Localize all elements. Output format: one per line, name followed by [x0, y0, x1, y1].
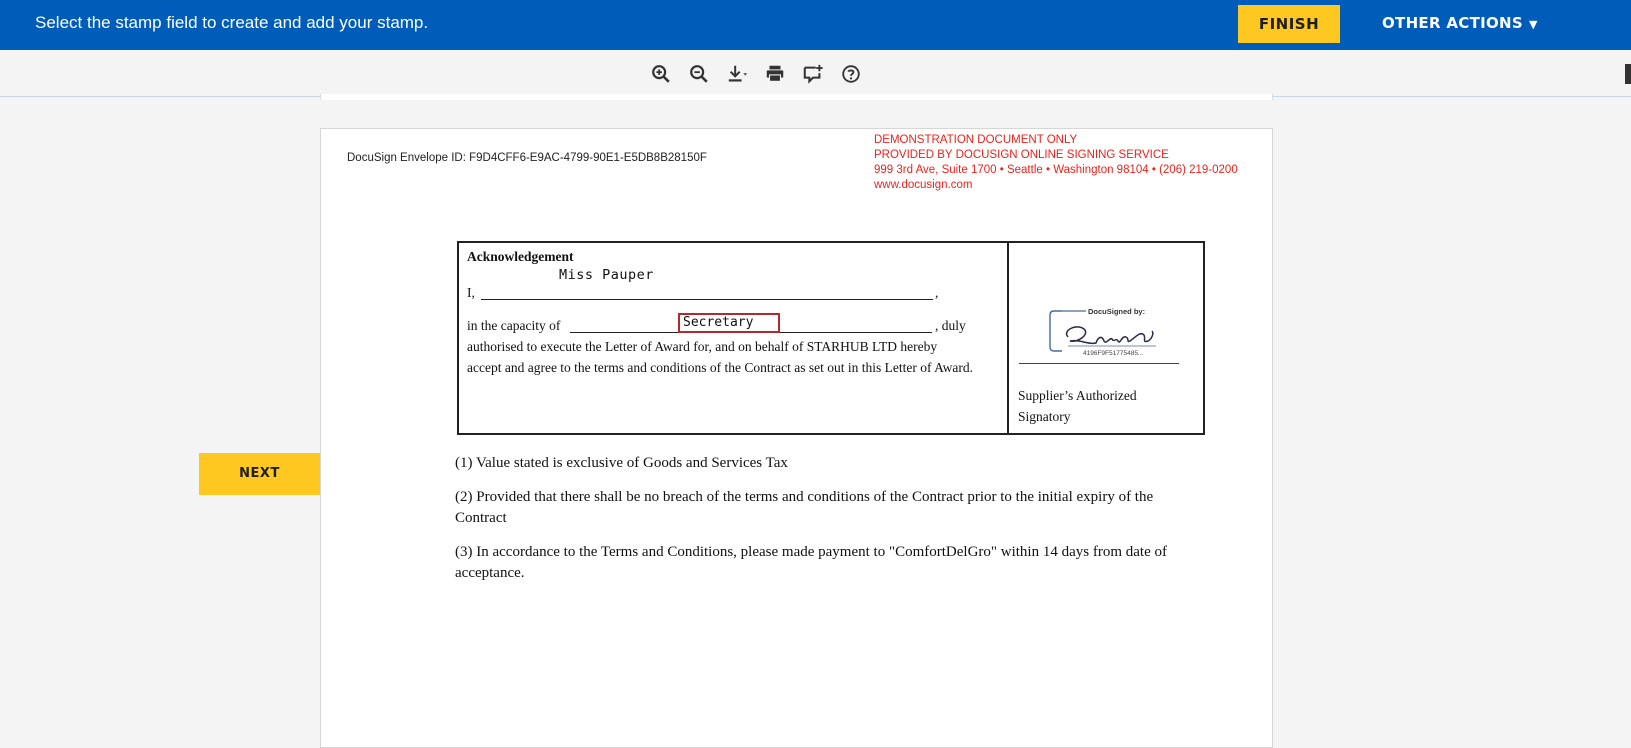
- supplier-label-line-2: Signatory: [1018, 409, 1071, 424]
- other-actions-label: OTHER ACTIONS: [1382, 14, 1523, 32]
- supplier-label-line-1: Supplier’s Authorized: [1018, 388, 1137, 403]
- zoom-in-button[interactable]: [645, 59, 677, 89]
- envelope-id: DocuSign Envelope ID: F9D4CFF6-E9AC-4799…: [347, 152, 707, 164]
- docusign-signature[interactable]: DocuSigned by: 4196F9F51775485...: [1048, 307, 1170, 357]
- notes-section: (1) Value stated is exclusive of Goods a…: [455, 453, 1175, 597]
- docusigned-by-label: DocuSigned by:: [1088, 307, 1145, 316]
- panel-toggle[interactable]: [1625, 64, 1631, 84]
- name-underline: [481, 299, 933, 300]
- acknowledgement-text-cell: Acknowledgement Miss Pauper I, , in the …: [459, 243, 1009, 433]
- signature-cell: DocuSigned by: 4196F9F51775485... Suppli…: [1011, 243, 1203, 433]
- acknowledgement-title: Acknowledgement: [467, 249, 574, 264]
- note-item: (1) Value stated is exclusive of Goods a…: [455, 455, 788, 471]
- capacity-title-field[interactable]: Secretary: [678, 313, 780, 333]
- other-actions-menu[interactable]: OTHER ACTIONS ▼: [1382, 0, 1538, 46]
- document-toolbar: [0, 50, 1631, 97]
- chevron-down-icon: ▼: [1529, 18, 1538, 31]
- demo-line: 999 3rd Ave, Suite 1700 • Seattle • Wash…: [874, 164, 1238, 176]
- zoom-out-button[interactable]: [683, 59, 715, 89]
- zoom-in-icon: [652, 65, 670, 83]
- signature-image: DocuSigned by: 4196F9F51775485...: [1049, 307, 1156, 357]
- previous-page-edge: [320, 94, 1273, 100]
- instruction-message: Select the stamp field to create and add…: [35, 13, 429, 32]
- signature-underline: [1019, 363, 1179, 364]
- acknowledgement-box: Acknowledgement Miss Pauper I, , in the …: [457, 241, 1205, 435]
- supplier-signatory-label: Supplier’s Authorized Signatory: [1018, 385, 1137, 427]
- document-page: DocuSign Envelope ID: F9D4CFF6-E9AC-4799…: [320, 128, 1273, 748]
- demo-line: www.docusign.com: [874, 179, 973, 191]
- i-label: I,: [467, 285, 475, 300]
- add-comment-icon: [803, 64, 823, 84]
- signer-name-field: Miss Pauper: [559, 267, 654, 283]
- demo-line: DEMONSTRATION DOCUMENT ONLY: [874, 134, 1078, 146]
- signature-id: 4196F9F51775485...: [1083, 350, 1144, 357]
- next-button[interactable]: NEXT: [199, 453, 320, 495]
- help-button[interactable]: [835, 59, 867, 89]
- comma: ,: [935, 285, 939, 300]
- download-button[interactable]: [721, 59, 753, 89]
- demo-line: PROVIDED BY DOCUSIGN ONLINE SIGNING SERV…: [874, 149, 1169, 161]
- print-icon: [766, 65, 784, 82]
- print-button[interactable]: [759, 59, 791, 89]
- demo-notice: DEMONSTRATION DOCUMENT ONLY PROVIDED BY …: [874, 133, 1238, 193]
- note-item: (3) In accordance to the Terms and Condi…: [455, 544, 1167, 581]
- acknowledgement-line-3: accept and agree to the terms and condit…: [467, 360, 973, 375]
- finish-button[interactable]: FINISH: [1238, 5, 1340, 43]
- duly-text: , duly: [935, 318, 966, 333]
- download-icon: [728, 65, 748, 82]
- acknowledgement-line-2: authorised to execute the Letter of Awar…: [467, 339, 938, 354]
- help-icon: [842, 65, 860, 83]
- note-item: (2) Provided that there shall be no brea…: [455, 489, 1154, 526]
- capacity-label: in the capacity of: [467, 318, 561, 333]
- zoom-out-icon: [690, 65, 708, 83]
- document-viewer[interactable]: NEXT DocuSign Envelope ID: F9D4CFF6-E9AC…: [0, 94, 1631, 748]
- add-comment-button[interactable]: [797, 59, 829, 89]
- top-banner: Select the stamp field to create and add…: [0, 0, 1631, 50]
